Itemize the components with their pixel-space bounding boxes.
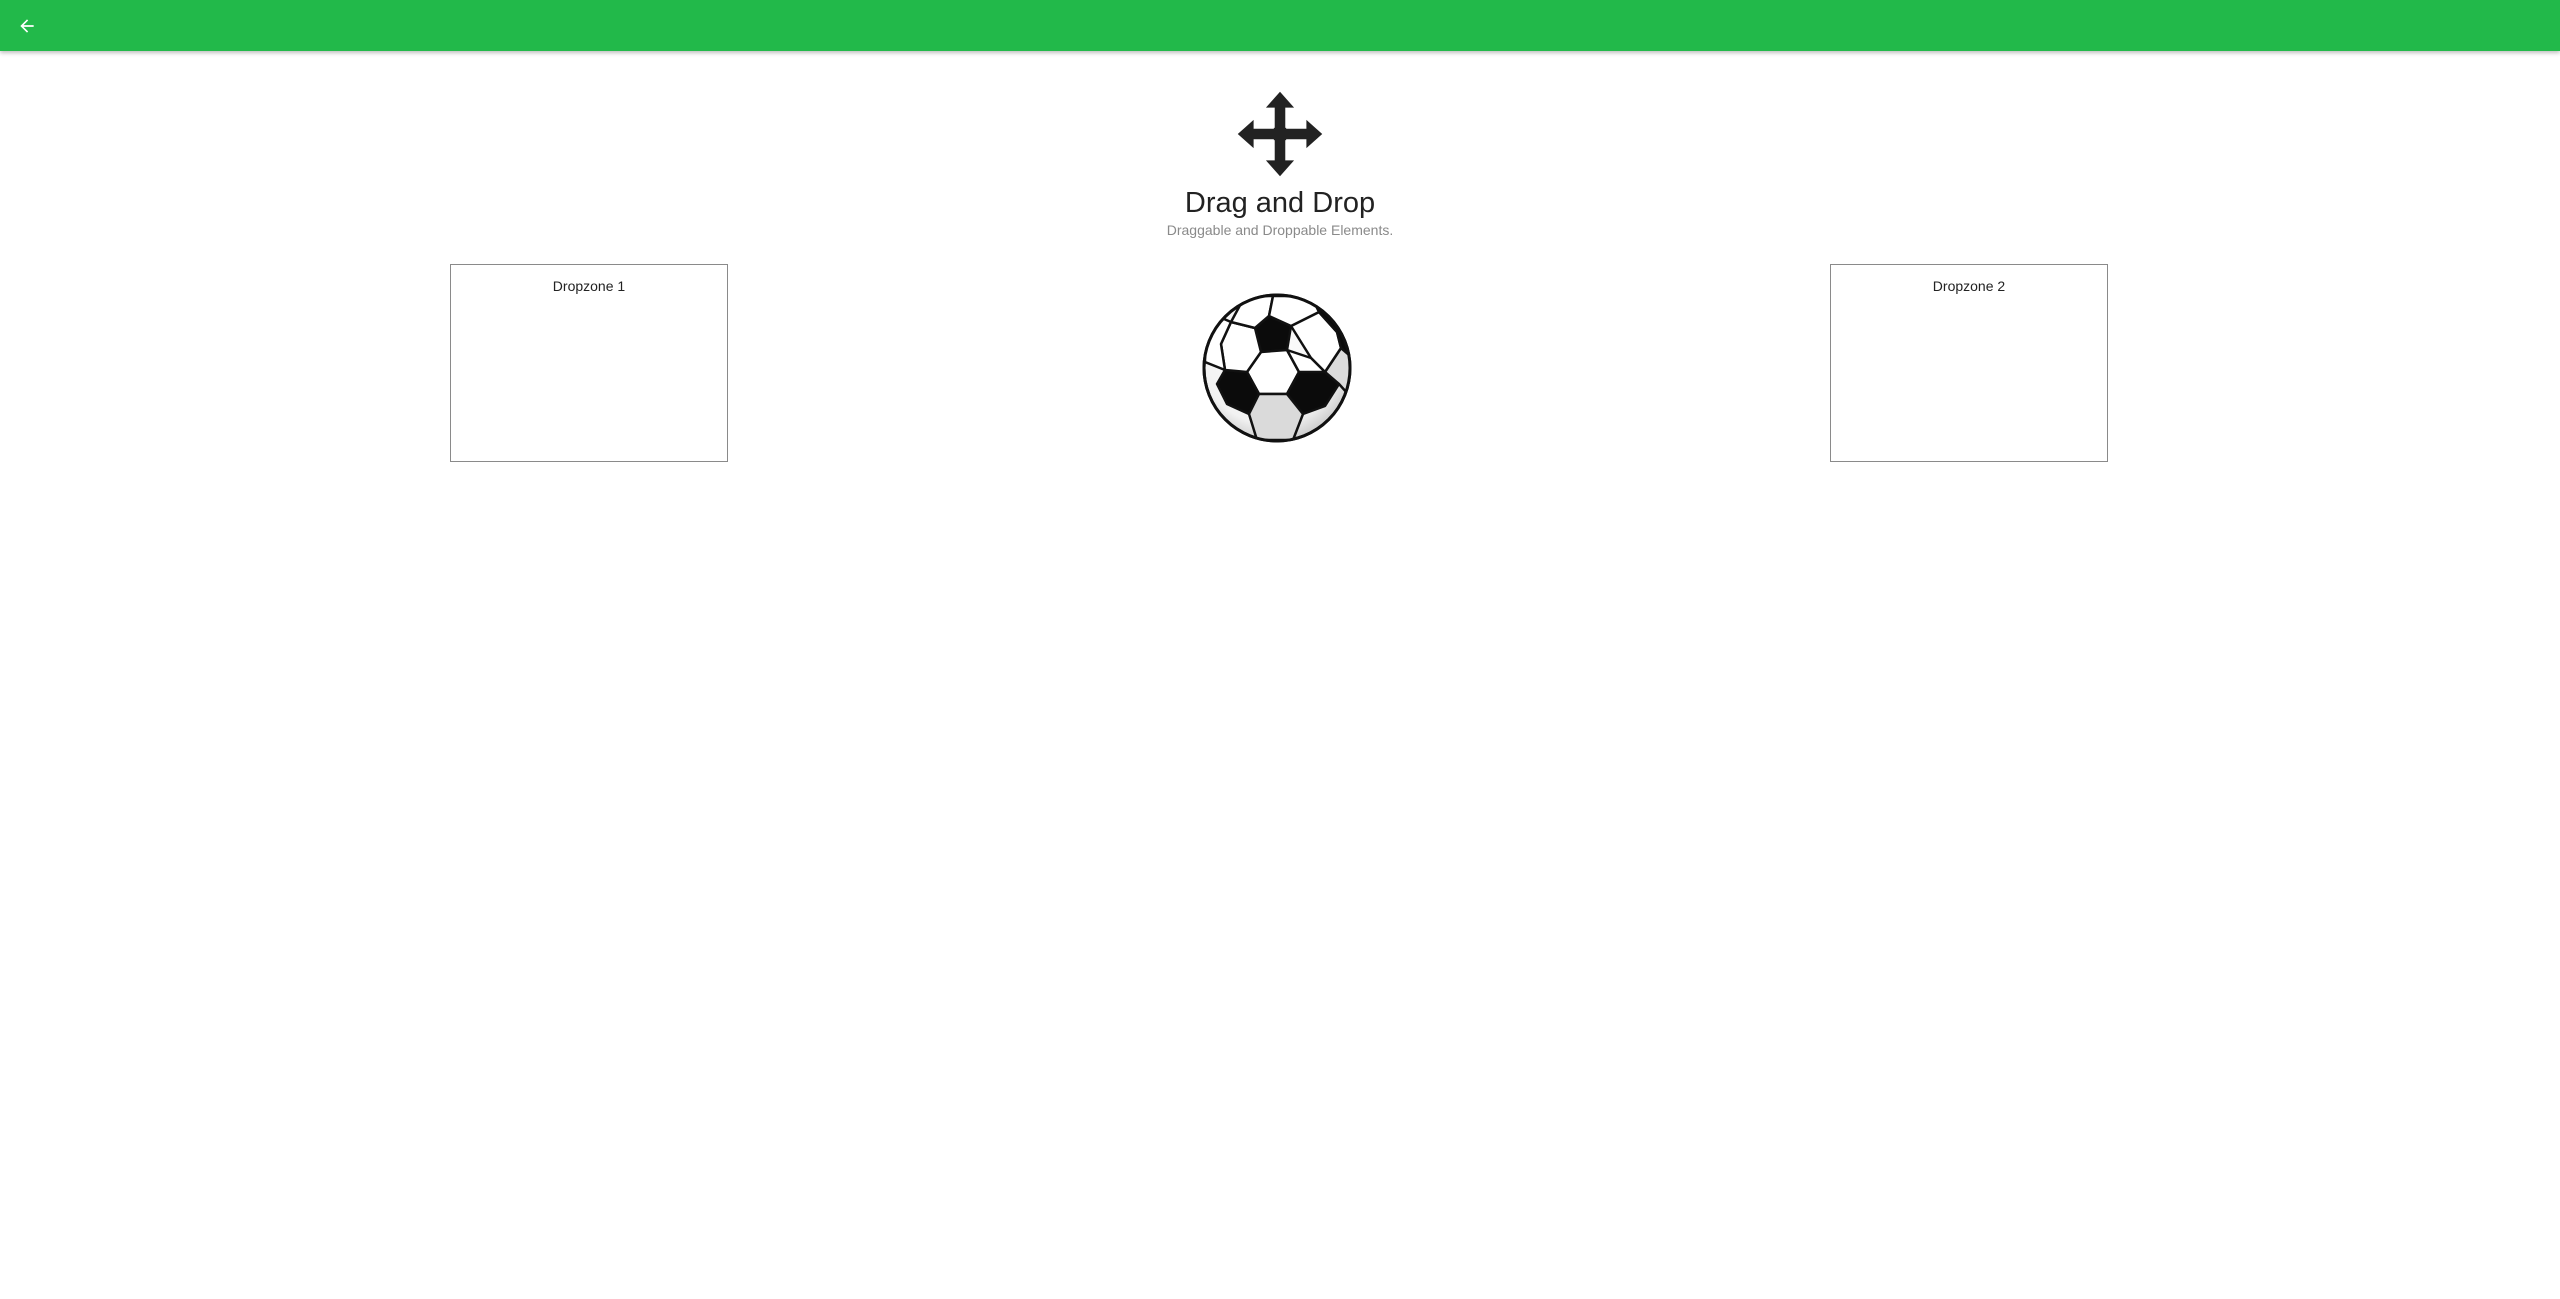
page-header: Drag and Drop Draggable and Droppable El… [0, 90, 2560, 238]
arrow-left-icon [20, 19, 34, 33]
dropzone-1-label: Dropzone 1 [552, 278, 626, 294]
dropzone-2[interactable]: Dropzone 2 [1830, 264, 2108, 462]
dropzone-2-label: Dropzone 2 [1932, 278, 2006, 294]
move-arrows-icon [1237, 91, 1323, 177]
back-button[interactable] [12, 11, 42, 41]
dropzone-1[interactable]: Dropzone 1 [450, 264, 728, 462]
page-subtitle: Draggable and Droppable Elements. [1166, 222, 1394, 238]
soccer-ball-icon[interactable] [1201, 292, 1353, 444]
page-title: Drag and Drop [1184, 187, 1376, 219]
top-app-bar [0, 0, 2560, 51]
